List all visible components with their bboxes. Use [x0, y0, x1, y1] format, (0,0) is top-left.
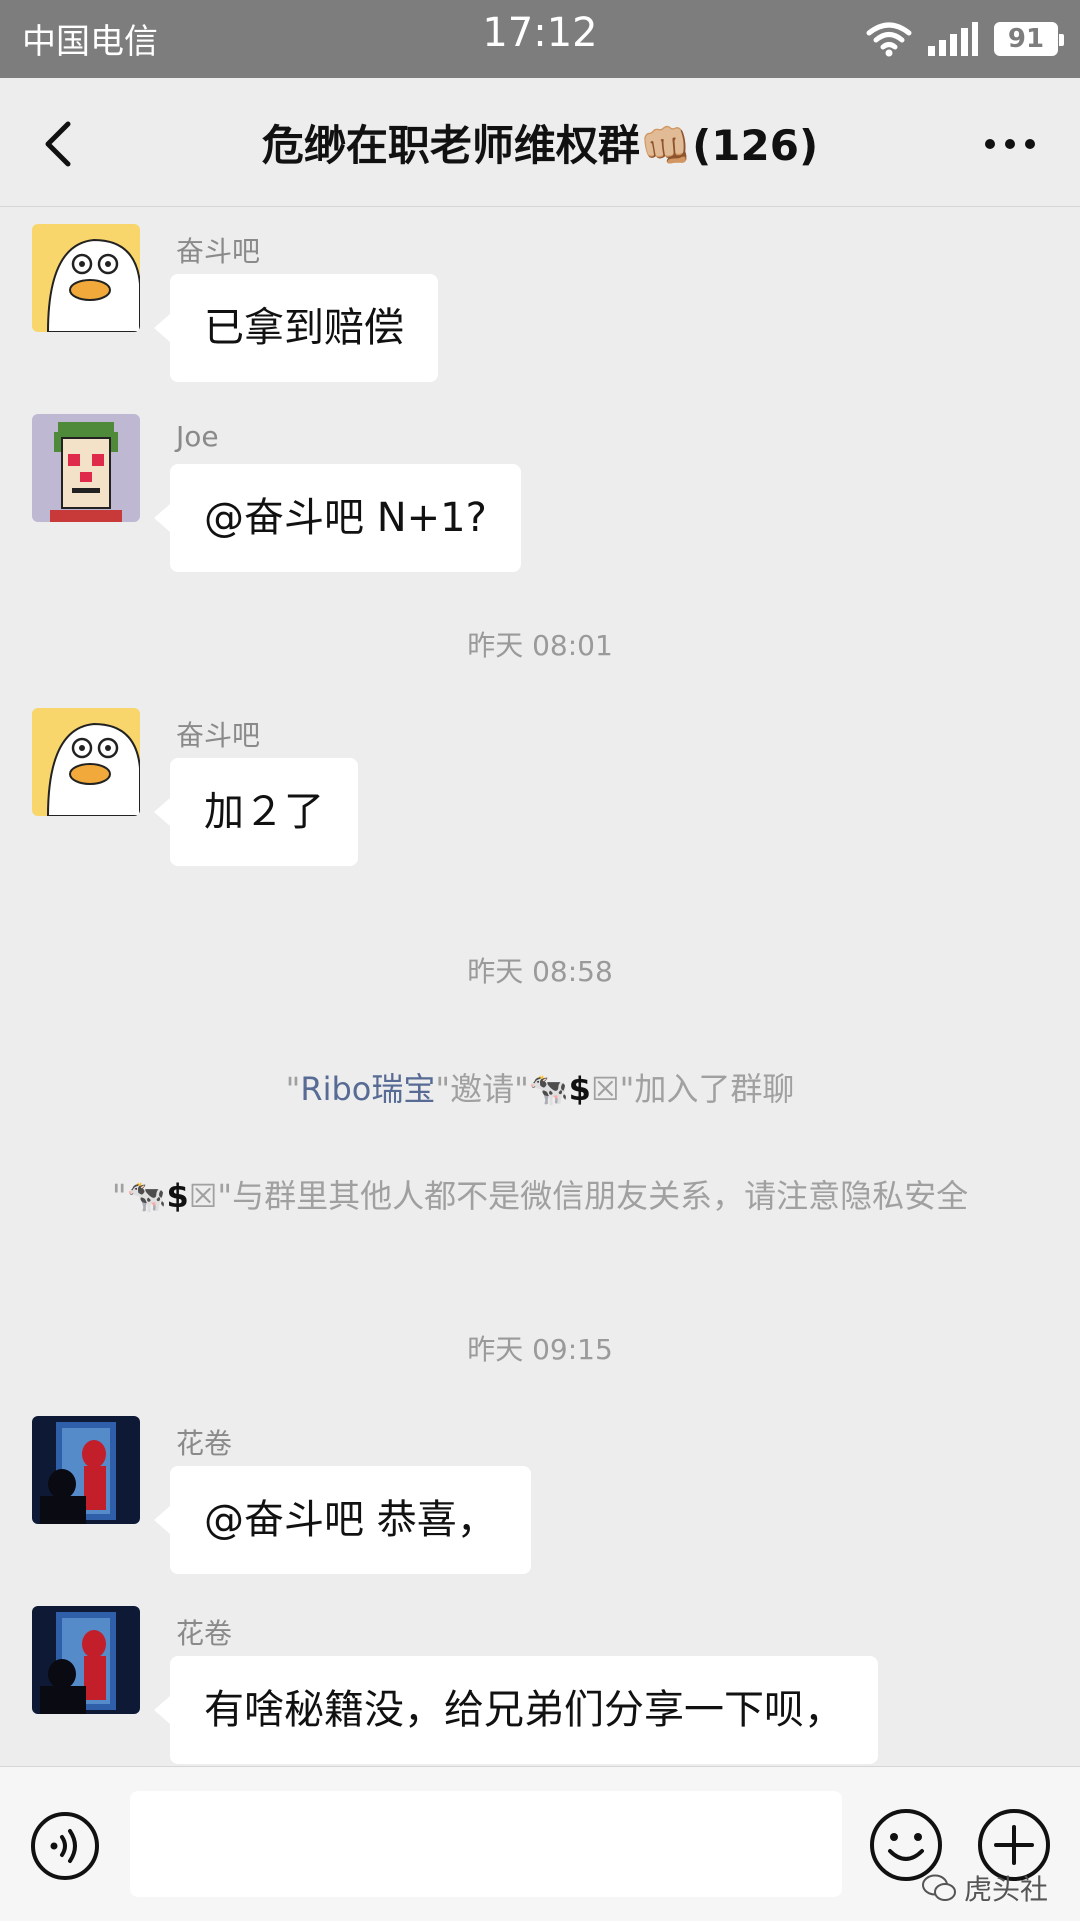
cow-emoji: 🐄 — [528, 1070, 569, 1108]
watermark-text: 虎头社 — [964, 1873, 1049, 1906]
status-bar: 中国电信 17:12 91 — [0, 0, 1080, 78]
pixel-clown-avatar-icon — [32, 414, 140, 522]
box-symbol: ☒ — [590, 1070, 620, 1108]
duck-avatar-icon — [32, 708, 140, 816]
chevron-left-icon[interactable] — [30, 114, 90, 174]
avatar[interactable] — [32, 1606, 140, 1714]
dollar-sign: $ — [568, 1070, 591, 1108]
voice-icon[interactable] — [30, 1811, 100, 1881]
message-bubble[interactable]: @奋斗吧 恭喜， — [154, 1466, 531, 1574]
sender-name: 奋斗吧 — [176, 235, 261, 268]
chat-title: 危缈在职老师维权群👊🏼(126) — [261, 121, 819, 170]
message-input[interactable] — [130, 1791, 842, 1897]
cow-emoji: 🐄 — [126, 1177, 167, 1215]
signal-icon — [928, 22, 978, 56]
sender-name: 奋斗吧 — [176, 719, 261, 752]
message-bubble[interactable]: 有啥秘籍没，给兄弟们分享一下呗， — [154, 1656, 878, 1764]
wifi-icon — [866, 22, 912, 57]
timestamp: 昨天 08:58 — [467, 955, 613, 988]
duck-avatar-icon — [32, 224, 140, 332]
sender-name: 花卷 — [176, 1427, 233, 1460]
watermark: 虎头社 — [922, 1868, 1048, 1908]
box-symbol: ☒ — [188, 1177, 218, 1215]
avatar[interactable] — [32, 1416, 140, 1524]
avatar[interactable] — [32, 224, 140, 332]
avatar[interactable] — [32, 414, 140, 522]
message-bubble[interactable]: @奋斗吧 N+1? — [154, 464, 521, 572]
timestamp: 昨天 09:15 — [467, 1333, 613, 1366]
wechat-logo-icon — [922, 1874, 956, 1901]
system-notice-invite: "Ribo瑞宝"邀请"🐄$☒"加入了群聊 — [285, 1070, 795, 1108]
battery-indicator: 91 — [994, 22, 1064, 56]
message-bubble[interactable]: 加２了 — [154, 758, 358, 866]
spiderman-avatar-icon — [32, 1416, 140, 1524]
sender-name: 花卷 — [176, 1617, 233, 1650]
inviter-link[interactable]: Ribo瑞宝 — [300, 1070, 435, 1108]
avatar[interactable] — [32, 708, 140, 816]
timestamp: 昨天 08:01 — [467, 629, 613, 662]
sender-name: Joe — [176, 420, 219, 453]
chat-header: 危缈在职老师维权群👊🏼(126) — [0, 78, 1080, 207]
input-bar — [0, 1766, 1080, 1921]
system-notice-privacy: "🐄$☒"与群里其他人都不是微信朋友关系，请注意隐私安全 — [111, 1177, 969, 1215]
dollar-sign: $ — [166, 1177, 189, 1215]
more-dots-icon[interactable] — [980, 114, 1040, 174]
spiderman-avatar-icon — [32, 1606, 140, 1714]
message-bubble[interactable]: 已拿到赔偿 — [154, 274, 438, 382]
